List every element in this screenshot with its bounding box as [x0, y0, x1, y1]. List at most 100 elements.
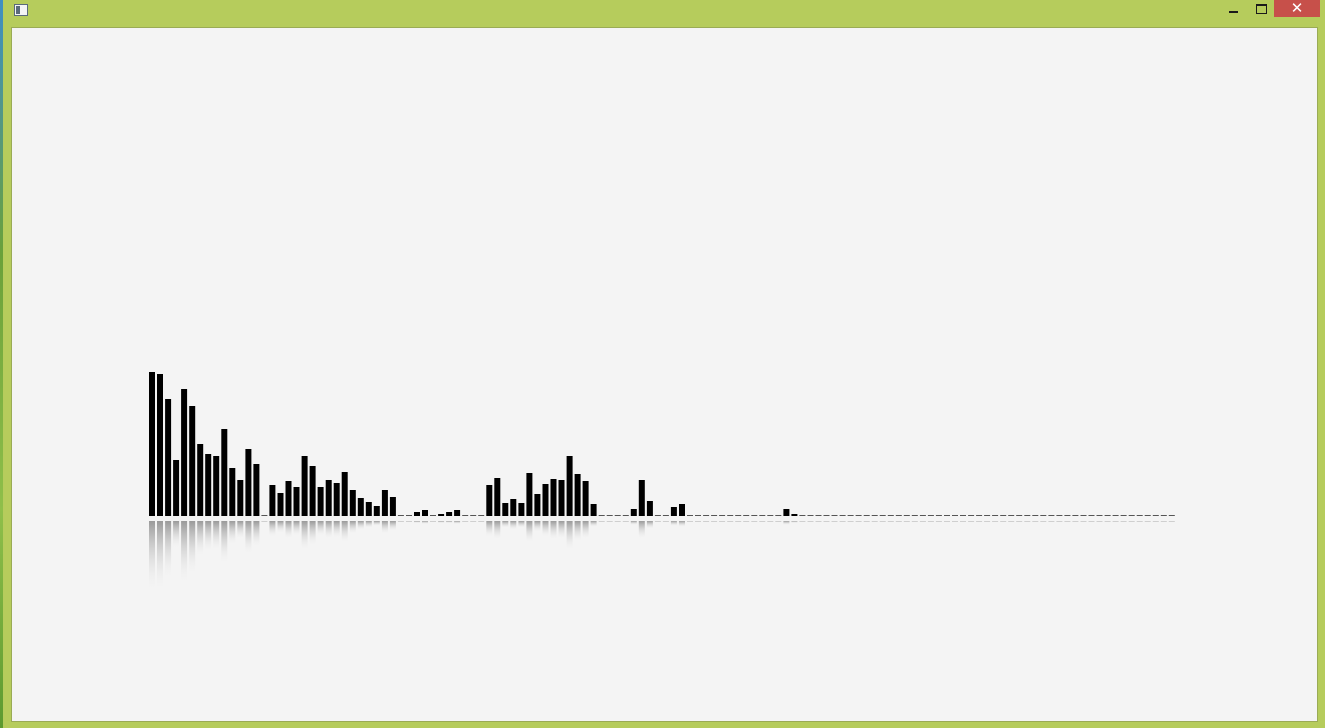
spectrum-bar-reflection — [349, 521, 356, 534]
spectrum-bar — [558, 480, 565, 516]
spectrum-bar-empty-reflection — [1096, 521, 1103, 522]
spectrum-bar-empty — [879, 515, 886, 516]
spectrum-bar-reflection — [293, 521, 300, 536]
spectrum-bar-reflection — [630, 521, 637, 525]
spectrum-bar-reflection — [494, 521, 501, 540]
spectrum-bar-reflection — [582, 521, 589, 539]
spectrum-bar — [365, 502, 372, 516]
spectrum-bar-reflection — [590, 521, 597, 527]
spectrum-bar-empty — [871, 515, 878, 516]
minimize-button[interactable] — [1219, 0, 1247, 17]
spectrum-bar — [566, 456, 573, 516]
maximize-button[interactable] — [1247, 0, 1275, 17]
spectrum-bar-empty — [976, 515, 983, 516]
spectrum-bar — [630, 509, 637, 516]
spectrum-bar-empty-reflection — [952, 521, 958, 522]
spectrum-bar-empty-reflection — [743, 521, 750, 522]
spectrum-bar-reflection — [253, 521, 260, 547]
spectrum-bar-empty — [614, 515, 621, 516]
spectrum-bar-empty — [831, 515, 838, 516]
spectrum-bar-empty-reflection — [823, 521, 830, 522]
spectrum-bar-empty-reflection — [992, 521, 999, 522]
spectrum-bar-reflection — [325, 521, 332, 539]
spectrum-bar-reflection — [381, 521, 388, 534]
close-button[interactable]: ✕ — [1274, 0, 1320, 17]
spectrum-bar-empty — [606, 515, 613, 516]
spectrum-bar-empty-reflection — [735, 521, 742, 522]
spectrum-bar-empty — [397, 515, 404, 516]
spectrum-bar — [173, 460, 180, 516]
spectrum-bar-empty — [992, 515, 999, 516]
spectrum-bar-empty-reflection — [719, 521, 726, 522]
spectrum-bar-reflection — [638, 521, 645, 539]
spectrum-bar-empty-reflection — [1088, 521, 1095, 522]
spectrum-bar-empty — [751, 515, 758, 516]
spectrum-bar-empty-reflection — [1152, 521, 1159, 522]
spectrum-bar-reflection — [502, 521, 509, 528]
spectrum-bar-reflection — [518, 521, 525, 528]
spectrum-bar — [438, 514, 445, 516]
spectrum-bar-reflection — [646, 521, 653, 529]
spectrum-bar-empty-reflection — [919, 521, 926, 522]
title-bar[interactable]: ✕ — [3, 0, 1325, 26]
spectrum-bar-reflection — [414, 521, 420, 523]
spectrum-bar-empty — [919, 515, 926, 516]
spectrum-bar — [205, 454, 212, 516]
spectrum-bar-empty-reflection — [903, 521, 910, 522]
spectrum-bar-empty — [952, 515, 958, 516]
spectrum-bar-empty — [887, 515, 894, 516]
spectrum-bar-empty — [807, 515, 814, 516]
spectrum-bar-empty — [903, 515, 910, 516]
spectrum-bar-reflection — [277, 521, 284, 533]
spectrum-bar-empty — [1048, 515, 1055, 516]
spectrum-bars — [149, 372, 798, 516]
spectrum-bar-reflection — [213, 521, 220, 551]
spectrum-bar-empty — [478, 515, 485, 516]
spectrum-bar-reflection — [486, 521, 493, 537]
spectrum-bar-empty-reflection — [1144, 521, 1151, 522]
spectrum-bar-reflection — [165, 521, 172, 580]
app-window-icon[interactable] — [14, 4, 28, 16]
spectrum-bar — [494, 478, 501, 516]
spectrum-bar — [237, 480, 244, 516]
minimize-icon — [1228, 10, 1238, 13]
spectrum-bar-empty — [662, 515, 669, 516]
spectrum-bar — [414, 512, 420, 516]
spectrum-bar-empty — [1008, 515, 1015, 516]
spectrum-bar-empty — [927, 515, 934, 516]
spectrum-bar-empty-reflection — [1008, 521, 1015, 522]
spectrum-bar — [381, 490, 388, 516]
spectrum-bar-empty-reflection — [1080, 521, 1087, 522]
spectrum-bar-empty-reflection — [944, 521, 950, 522]
spectrum-bar-reflection — [791, 521, 798, 523]
spectrum-bar-empty-reflection — [895, 521, 902, 522]
spectrum-bar — [582, 481, 589, 516]
spectrum-bar-empty — [687, 515, 693, 516]
spectrum-bar — [189, 406, 196, 516]
spectrum-bar — [309, 466, 316, 516]
spectrum-bar-empty-reflection — [799, 521, 806, 522]
spectrum-bar-reflection — [438, 521, 445, 523]
spectrum-bar-empty-reflection — [622, 521, 629, 522]
spectrum-bar-empty-reflection — [960, 521, 966, 522]
spectrum-bar-empty — [711, 515, 718, 516]
spectrum-bar-empty-reflection — [831, 521, 838, 522]
spectrum-bar-empty — [799, 515, 806, 516]
spectrum-bar-empty-reflection — [687, 521, 693, 522]
spectrum-bar-empty — [863, 515, 870, 516]
spectrum-bar — [486, 485, 493, 516]
spectrum-bar-empty — [1072, 515, 1079, 516]
spectrum-bar-empty-reflection — [598, 521, 605, 522]
spectrum-bar-reflection — [197, 521, 204, 557]
spectrum-bar — [534, 494, 541, 516]
spectrum-bar — [213, 456, 220, 516]
spectrum-bar — [638, 480, 645, 516]
spectrum-bar-empty-reflection — [478, 521, 485, 522]
spectrum-bar — [149, 372, 155, 516]
spectrum-bar-empty — [968, 515, 975, 516]
spectrum-bar-empty-reflection — [807, 521, 814, 522]
spectrum-bar — [277, 493, 284, 516]
spectrum-bar — [574, 474, 581, 516]
spectrum-bar-empty-reflection — [1112, 521, 1119, 522]
spectrum-bar — [389, 497, 396, 516]
